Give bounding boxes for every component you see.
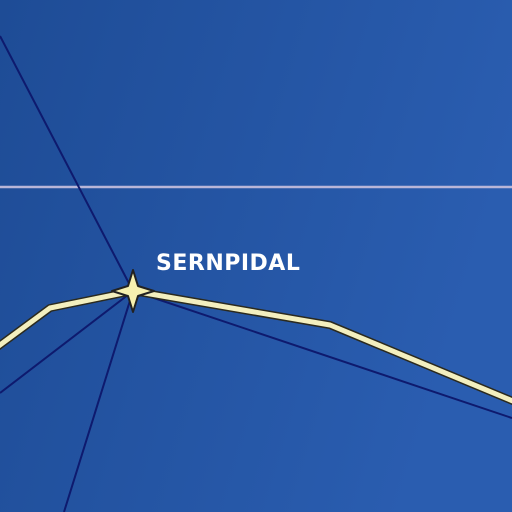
map-canvas[interactable]: SERNPIDAL [0, 0, 512, 512]
place-label: SERNPIDAL [156, 251, 300, 276]
